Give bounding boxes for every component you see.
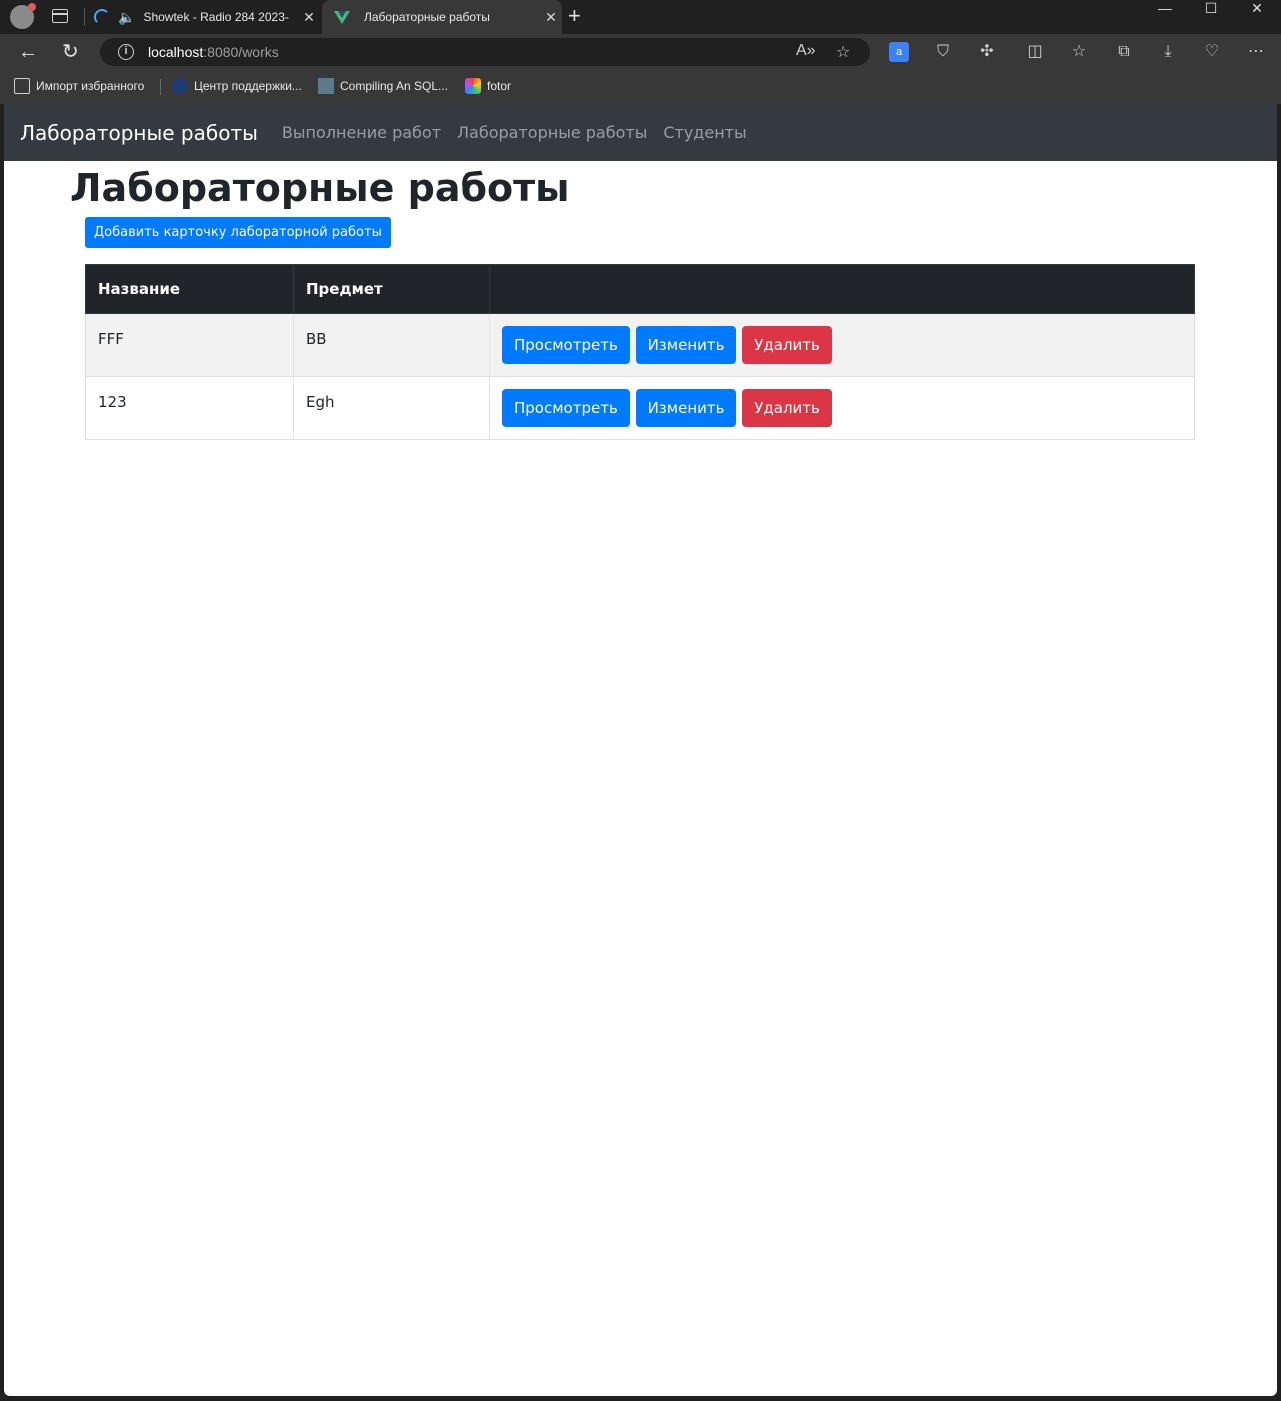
nav-link-executions[interactable]: Выполнение работ xyxy=(282,123,441,142)
bookmark-separator xyxy=(160,79,161,95)
bookmark-fotor[interactable]: fotor xyxy=(465,78,511,94)
extensions-puzzle-icon[interactable]: ✣ xyxy=(977,42,997,62)
maximize-icon[interactable]: ☐ xyxy=(1188,0,1234,18)
browser-tab-bar: 🔈 Showtek - Radio 284 2023- ✕ Лабораторн… xyxy=(0,0,1281,34)
view-button[interactable]: Просмотреть xyxy=(502,326,630,364)
table-header-row: Название Предмет xyxy=(85,264,1195,314)
cell-actions: Просмотреть Изменить Удалить xyxy=(489,313,1195,377)
bookmark-sql[interactable]: Compiling An SQL... xyxy=(318,78,448,94)
sqlite-icon xyxy=(318,78,334,94)
url-text[interactable]: localhost:8080/works xyxy=(148,44,279,60)
profile-avatar-icon[interactable] xyxy=(10,3,36,29)
page-viewport: Лабораторные работы Выполнение работ Лаб… xyxy=(4,104,1277,1396)
nav-link-labs[interactable]: Лабораторные работы xyxy=(457,123,647,142)
support-icon xyxy=(172,78,188,94)
table-row: 123 Egh Просмотреть Изменить Удалить xyxy=(85,376,1195,440)
url-path: :8080/works xyxy=(203,44,279,60)
delete-button[interactable]: Удалить xyxy=(742,389,832,427)
header-actions xyxy=(489,264,1195,314)
cell-subject: BB xyxy=(293,313,490,377)
add-lab-card-button[interactable]: Добавить карточку лабораторной работы xyxy=(85,217,391,248)
refresh-icon[interactable]: ↻ xyxy=(62,40,79,64)
folder-import-icon xyxy=(14,78,30,94)
bookmark-label: Compiling An SQL... xyxy=(340,79,449,93)
bookmark-import[interactable]: Импорт избранного xyxy=(14,78,144,94)
split-screen-icon[interactable]: ◫ xyxy=(1025,42,1045,62)
more-menu-icon[interactable]: ⋯ xyxy=(1246,42,1266,62)
cell-name: FFF xyxy=(85,313,294,377)
header-name: Название xyxy=(85,264,294,314)
read-aloud-icon[interactable]: A» xyxy=(796,42,816,60)
close-tab-icon[interactable]: ✕ xyxy=(540,9,562,26)
tab-actions-icon[interactable] xyxy=(52,9,68,23)
back-arrow-icon[interactable]: ← xyxy=(18,40,38,64)
cell-name: 123 xyxy=(85,376,294,440)
favorites-icon[interactable]: ☆ xyxy=(1069,42,1089,62)
site-info-icon[interactable]: i xyxy=(118,44,134,60)
labs-table: Название Предмет FFF BB Просмотреть Изме… xyxy=(85,264,1195,440)
browser-toolbar: ← ↻ i localhost:8080/works A» ☆ a ⛉ ✣ ◫ … xyxy=(0,34,1281,70)
cell-subject: Egh xyxy=(293,376,490,440)
shield-icon[interactable]: ⛉ xyxy=(933,42,953,62)
site-navbar: Лабораторные работы Выполнение работ Лаб… xyxy=(4,104,1277,161)
new-tab-icon[interactable]: + xyxy=(568,4,581,28)
tab-divider xyxy=(84,8,85,26)
header-subject: Предмет xyxy=(293,264,490,314)
cell-actions: Просмотреть Изменить Удалить xyxy=(489,376,1195,440)
tab-title: Лабораторные работы xyxy=(364,10,490,24)
navbar-brand[interactable]: Лабораторные работы xyxy=(20,121,258,145)
nav-link-students[interactable]: Студенты xyxy=(663,123,746,142)
bookmark-label: Центр поддержки... xyxy=(194,79,302,93)
fotor-icon xyxy=(465,78,481,94)
bookmark-support[interactable]: Центр поддержки... xyxy=(172,78,302,94)
bookmarks-bar: Импорт избранного Центр поддержки... Com… xyxy=(0,70,1281,104)
url-host: localhost xyxy=(148,44,204,60)
window-close-icon[interactable]: ✕ xyxy=(1234,0,1280,18)
delete-button[interactable]: Удалить xyxy=(742,326,832,364)
address-bar[interactable]: i localhost:8080/works A» ☆ xyxy=(100,38,870,66)
table-row: FFF BB Просмотреть Изменить Удалить xyxy=(85,313,1195,377)
view-button[interactable]: Просмотреть xyxy=(502,389,630,427)
translate-icon[interactable]: a xyxy=(889,42,909,62)
favorite-star-icon[interactable]: ☆ xyxy=(836,42,850,62)
tab-title: Showtek - Radio 284 2023- xyxy=(143,10,289,24)
edit-button[interactable]: Изменить xyxy=(635,389,737,427)
vue-favicon-icon xyxy=(334,10,350,24)
downloads-icon[interactable]: ⤓ xyxy=(1158,42,1178,62)
collections-icon[interactable]: ⧉ xyxy=(1114,42,1134,62)
bookmark-label: Импорт избранного xyxy=(36,79,145,93)
browser-essentials-icon[interactable]: ♡ xyxy=(1202,42,1222,62)
bookmark-label: fotor xyxy=(487,79,512,93)
page-title: Лабораторные работы xyxy=(70,166,570,210)
minimize-icon[interactable]: — xyxy=(1142,0,1188,18)
speaker-icon[interactable]: 🔈 xyxy=(118,9,135,26)
browser-tab-active[interactable]: Лабораторные работы ✕ xyxy=(322,0,562,34)
loading-spinner-icon xyxy=(94,9,110,25)
close-tab-icon[interactable]: ✕ xyxy=(298,9,320,26)
edit-button[interactable]: Изменить xyxy=(635,326,737,364)
browser-tab-showtek[interactable]: 🔈 Showtek - Radio 284 2023- ✕ xyxy=(88,0,320,34)
